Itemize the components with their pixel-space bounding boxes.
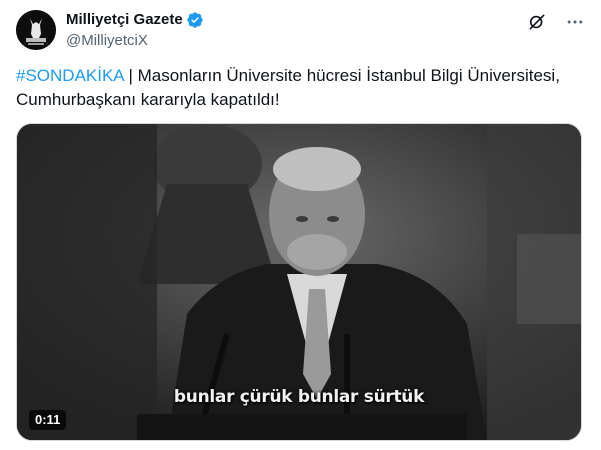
- display-name[interactable]: Milliyetçi Gazete: [66, 10, 183, 30]
- wolf-salute-logo-icon: [16, 10, 56, 50]
- author-block: Milliyetçi Gazete @MilliyetciX: [66, 10, 204, 51]
- handle[interactable]: @MilliyetciX: [66, 31, 204, 51]
- avatar[interactable]: [16, 10, 56, 50]
- video-player[interactable]: bunlar çürük bunlar sürtük 0:11: [16, 123, 582, 441]
- top-actions: [527, 12, 585, 32]
- verified-badge-icon: [186, 11, 204, 29]
- video-duration-badge: 0:11: [29, 410, 67, 430]
- tweet-text: #SONDAKİKA | Masonların Üniversite hücre…: [16, 64, 586, 112]
- video-caption: bunlar çürük bunlar sürtük: [173, 387, 425, 407]
- more-icon[interactable]: [565, 12, 585, 32]
- grok-icon[interactable]: [527, 12, 547, 32]
- hashtag-link[interactable]: #SONDAKİKA: [16, 66, 124, 85]
- tweet-card: Milliyetçi Gazete @MilliyetciX #SONDAKİK…: [0, 0, 601, 450]
